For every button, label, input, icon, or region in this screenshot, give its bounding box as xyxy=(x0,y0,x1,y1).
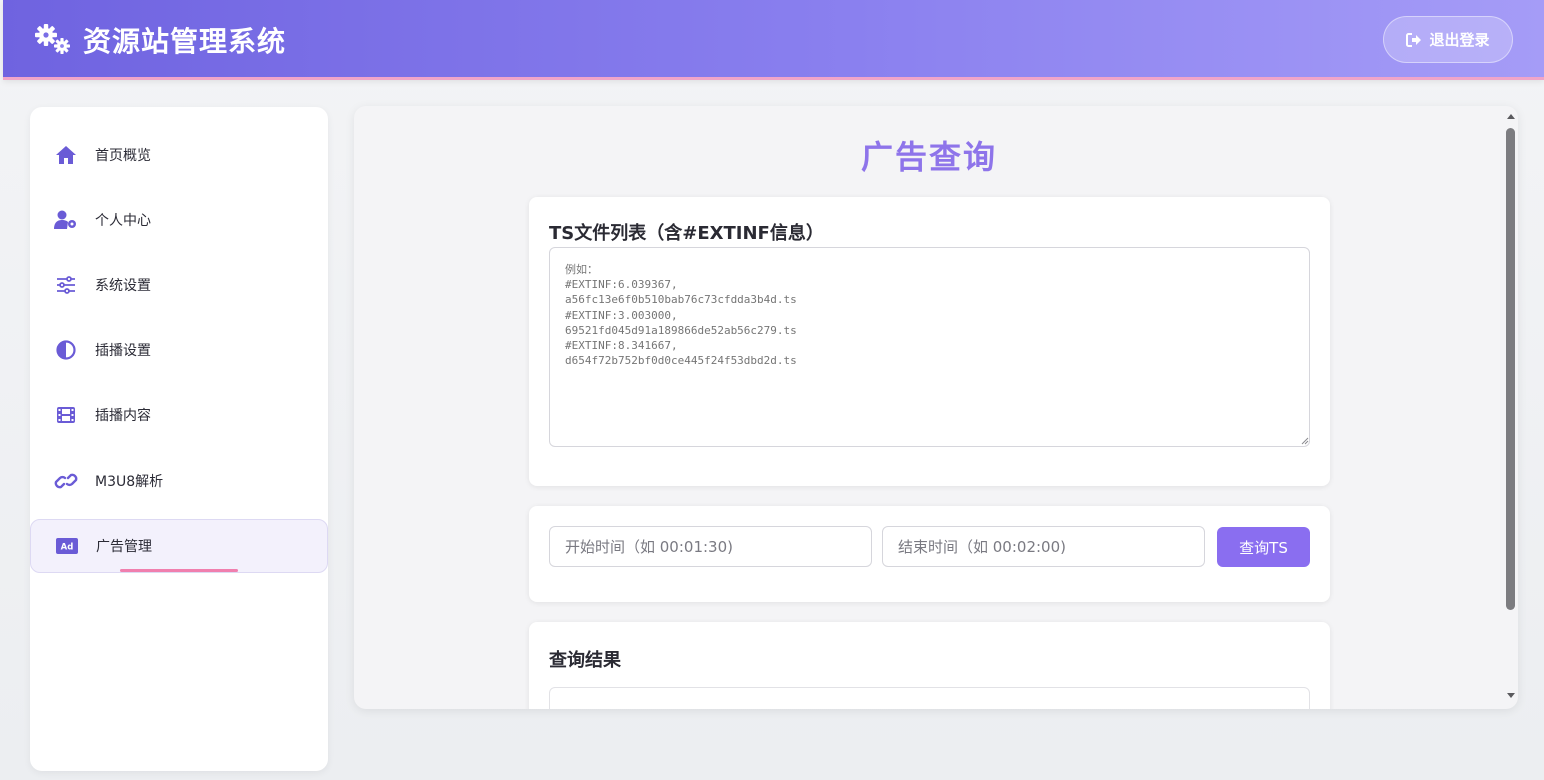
user-gear-icon xyxy=(54,208,78,232)
query-result-card: 查询结果 xyxy=(529,622,1330,709)
sidebar-item-label: 广告管理 xyxy=(96,539,152,555)
end-time-input[interactable]: 结束时间（如 00:02:00) xyxy=(882,526,1205,567)
home-icon xyxy=(54,143,78,167)
brand: 资源站管理系统 xyxy=(33,18,286,62)
sidebar-item-profile[interactable]: 个人中心 xyxy=(30,193,328,247)
ad-icon: Ad xyxy=(55,534,79,558)
logout-label: 退出登录 xyxy=(1429,31,1490,49)
query-result-title: 查询结果 xyxy=(549,650,621,671)
half-circle-icon xyxy=(54,338,78,362)
query-ts-button[interactable]: 查询TS xyxy=(1217,527,1310,567)
sidebar-item-insert-settings[interactable]: 插播设置 xyxy=(30,323,328,377)
scrollbar-thumb[interactable] xyxy=(1506,128,1515,610)
ts-list-title: TS文件列表（含#EXTINF信息） xyxy=(549,223,824,244)
sign-out-icon xyxy=(1406,32,1422,47)
start-time-placeholder: 开始时间（如 00:01:30) xyxy=(565,538,733,556)
end-time-placeholder: 结束时间（如 00:02:00) xyxy=(898,538,1066,556)
sidebar-item-label: M3U8解析 xyxy=(95,474,164,490)
sidebar-item-system-settings[interactable]: 系统设置 xyxy=(30,258,328,312)
main-scrollbar[interactable] xyxy=(1504,106,1518,709)
sidebar-item-label: 首页概览 xyxy=(95,148,151,164)
app-title: 资源站管理系统 xyxy=(83,25,287,58)
sidebar-item-m3u8-parse[interactable]: M3U8解析 xyxy=(30,454,328,508)
resize-grip-icon[interactable] xyxy=(1301,437,1309,445)
ts-list-textarea[interactable] xyxy=(549,247,1310,447)
time-query-card: 开始时间（如 00:01:30) 结束时间（如 00:02:00) 查询TS xyxy=(529,506,1330,602)
main-panel: 广告查询 TS文件列表（含#EXTINF信息） 开始时间（如 00:01:30)… xyxy=(354,106,1518,709)
query-result-box xyxy=(549,687,1310,709)
sidebar: 首页概览 个人中心 系统设置 插播设置 插播内容 M3U8解析 Ad 广告管理 xyxy=(30,107,328,771)
sidebar-item-home[interactable]: 首页概览 xyxy=(30,128,328,182)
scroll-down-arrow-icon[interactable] xyxy=(1506,690,1516,700)
logout-button[interactable]: 退出登录 xyxy=(1383,16,1513,63)
top-header: 资源站管理系统 退出登录 xyxy=(3,0,1544,80)
gears-icon xyxy=(33,23,73,57)
sidebar-item-label: 插播内容 xyxy=(95,408,151,424)
sidebar-item-label: 个人中心 xyxy=(95,213,151,229)
sidebar-item-label: 系统设置 xyxy=(95,278,151,294)
svg-text:Ad: Ad xyxy=(61,543,74,553)
page-title: 广告查询 xyxy=(860,138,997,176)
sidebar-item-ad-management[interactable]: Ad 广告管理 xyxy=(30,519,328,573)
ts-list-card: TS文件列表（含#EXTINF信息） xyxy=(529,197,1330,486)
link-icon xyxy=(54,469,78,493)
sidebar-item-insert-content[interactable]: 插播内容 xyxy=(30,388,328,442)
sliders-icon xyxy=(54,273,78,297)
film-icon xyxy=(54,403,78,427)
sidebar-item-label: 插播设置 xyxy=(95,343,151,359)
scroll-up-arrow-icon[interactable] xyxy=(1506,112,1516,122)
start-time-input[interactable]: 开始时间（如 00:01:30) xyxy=(549,526,872,567)
